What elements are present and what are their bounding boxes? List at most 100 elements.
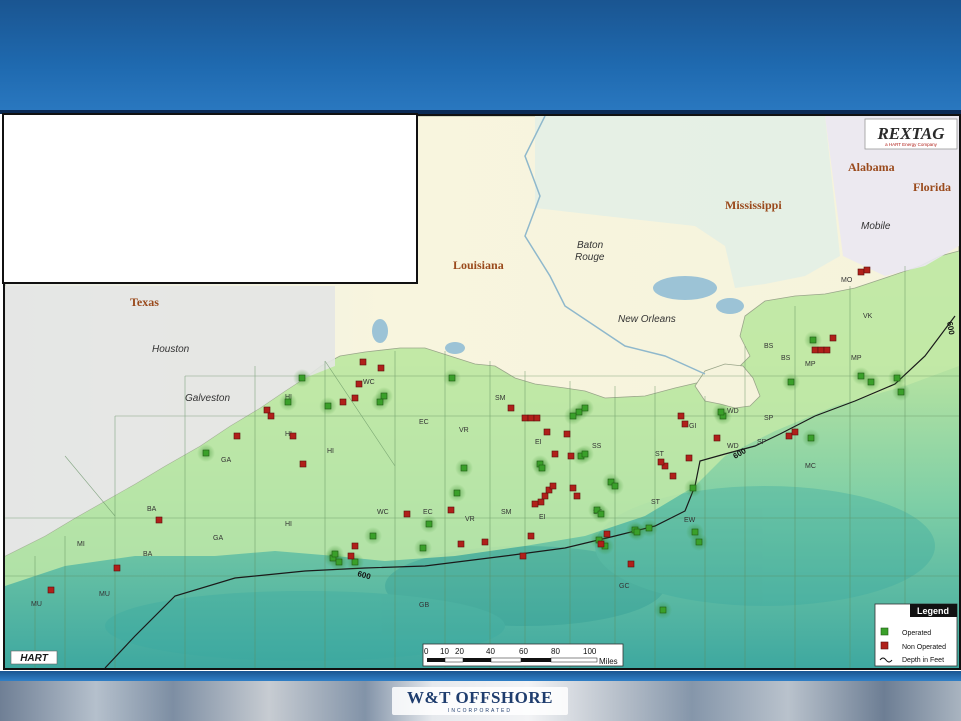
- operated-lease-marker: [425, 520, 433, 528]
- legend-label-non-operated: Non Operated: [902, 644, 946, 651]
- area-label: EC: [419, 419, 429, 426]
- operated-lease-marker: [569, 412, 577, 420]
- non-operated-lease-marker: [791, 428, 799, 436]
- area-label: VR: [459, 427, 469, 434]
- operated-lease-marker: [893, 374, 901, 382]
- area-label: SS: [592, 443, 602, 450]
- non-operated-lease-marker: [603, 530, 611, 538]
- legend-label-operated: Operated: [902, 630, 931, 637]
- operated-lease-marker: [597, 510, 605, 518]
- scale-unit: Miles: [599, 657, 618, 666]
- area-label: WC: [377, 509, 389, 516]
- operated-lease-marker: [453, 489, 461, 497]
- hart-logo-text: HART: [20, 653, 48, 664]
- operated-lease-marker: [324, 402, 332, 410]
- operated-lease-marker: [351, 558, 359, 566]
- scale-tick: 60: [519, 647, 528, 656]
- legend-swatch-operated: [880, 627, 889, 636]
- non-operated-lease-marker: [155, 516, 163, 524]
- non-operated-lease-marker: [811, 346, 819, 354]
- area-label: MC: [805, 463, 816, 470]
- area-label: MI: [77, 541, 85, 548]
- non-operated-lease-marker: [681, 420, 689, 428]
- rextag-logo: REXTAG a HART Energy Company: [864, 118, 958, 150]
- operated-lease-marker: [419, 544, 427, 552]
- area-label: SP: [764, 415, 774, 422]
- area-label: MU: [31, 601, 42, 608]
- area-label: EI: [539, 514, 546, 521]
- scale-tick: 10: [440, 647, 449, 656]
- scale-tick: 20: [455, 647, 464, 656]
- city-label-mobile: Mobile: [861, 221, 891, 232]
- non-operated-lease-marker: [47, 586, 55, 594]
- non-operated-lease-marker: [113, 564, 121, 572]
- state-label-louisiana: Louisiana: [453, 258, 504, 272]
- operated-lease-marker: [380, 392, 388, 400]
- area-label: ST: [655, 451, 665, 458]
- non-operated-lease-marker: [267, 412, 275, 420]
- non-operated-lease-marker: [829, 334, 837, 342]
- area-label: GB: [419, 602, 429, 609]
- area-label: WC: [363, 379, 375, 386]
- area-label: VR: [465, 516, 475, 523]
- area-label: BA: [147, 506, 157, 513]
- operated-lease-marker: [611, 482, 619, 490]
- non-operated-lease-marker: [263, 406, 271, 414]
- non-operated-lease-marker: [377, 364, 385, 372]
- non-operated-lease-marker: [339, 398, 347, 406]
- city-label-houston: Houston: [152, 344, 190, 355]
- non-operated-lease-marker: [457, 540, 465, 548]
- non-operated-lease-marker: [519, 552, 527, 560]
- non-operated-lease-marker: [677, 412, 685, 420]
- non-operated-lease-marker: [863, 266, 871, 274]
- area-label: EC: [423, 509, 433, 516]
- scale-bar: 0 10 20 40 60 80 100 Miles: [422, 643, 624, 667]
- area-label: BS: [764, 343, 774, 350]
- area-label: BA: [143, 551, 153, 558]
- non-operated-lease-marker: [299, 460, 307, 468]
- non-operated-lease-marker: [669, 472, 677, 480]
- operated-lease-marker: [897, 388, 905, 396]
- area-label: GC: [619, 583, 630, 590]
- operated-lease-marker: [787, 378, 795, 386]
- operated-lease-marker: [448, 374, 456, 382]
- city-label-rouge: Rouge: [575, 252, 605, 263]
- city-label-galveston: Galveston: [185, 393, 230, 404]
- area-label: GI: [689, 423, 696, 430]
- operated-lease-marker: [369, 532, 377, 540]
- non-operated-lease-marker: [403, 510, 411, 518]
- state-label-florida: Florida: [913, 180, 951, 194]
- wt-offshore-logo: W&T OFFSHORE INCORPORATED: [392, 687, 568, 715]
- state-label-alabama: Alabama: [848, 160, 895, 174]
- operated-lease-marker: [581, 450, 589, 458]
- scale-tick: 40: [486, 647, 495, 656]
- city-label-baton: Baton: [577, 240, 604, 251]
- non-operated-lease-marker: [823, 346, 831, 354]
- operated-lease-marker: [695, 538, 703, 546]
- non-operated-lease-marker: [533, 414, 541, 422]
- area-label: SM: [501, 509, 512, 516]
- operated-lease-marker: [581, 404, 589, 412]
- area-label: ST: [651, 499, 661, 506]
- state-label-mississippi: Mississippi: [725, 198, 782, 212]
- area-label: EI: [535, 439, 542, 446]
- scale-tick: 80: [551, 647, 560, 656]
- non-operated-lease-marker: [597, 540, 605, 548]
- operated-lease-marker: [460, 464, 468, 472]
- non-operated-lease-marker: [657, 458, 665, 466]
- operated-lease-marker: [575, 408, 583, 416]
- non-operated-lease-marker: [817, 346, 825, 354]
- operated-lease-marker: [645, 524, 653, 532]
- non-operated-lease-marker: [289, 432, 297, 440]
- area-label: VK: [863, 313, 873, 320]
- area-label: GA: [221, 457, 231, 464]
- legend-swatch-non-operated: [880, 641, 889, 650]
- operated-lease-marker: [284, 398, 292, 406]
- non-operated-lease-marker: [569, 484, 577, 492]
- area-label: MU: [99, 591, 110, 598]
- area-label: MO: [841, 277, 853, 284]
- non-operated-lease-marker: [627, 560, 635, 568]
- operated-lease-marker: [809, 336, 817, 344]
- operated-lease-marker: [691, 528, 699, 536]
- non-operated-lease-marker: [481, 538, 489, 546]
